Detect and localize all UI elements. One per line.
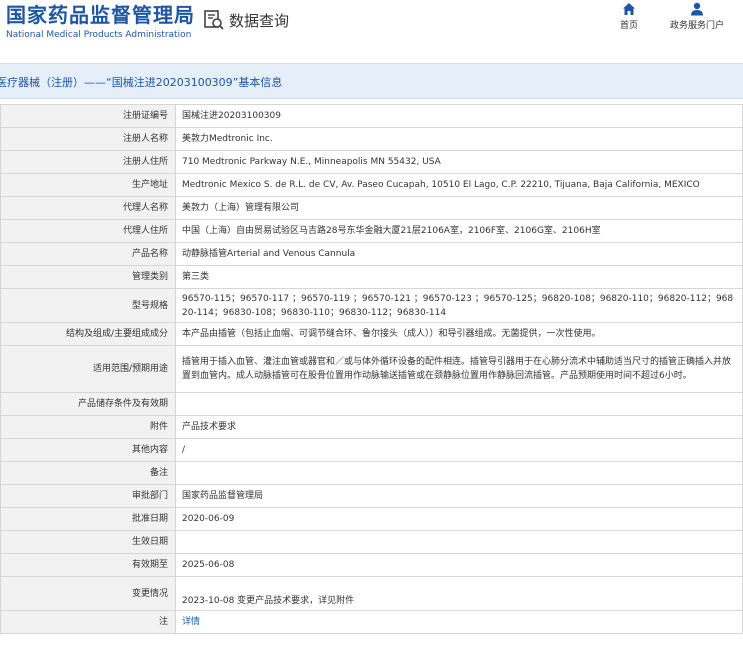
field-value: 国家药品监督管理局: [175, 484, 743, 508]
field-value: 96570-115；96570-117 ；96570-119 ；96570-12…: [175, 288, 743, 323]
table-row: 产品名称 动静脉插管Arterial and Venous Cannula: [0, 242, 743, 266]
field-label: 产品储存条件及有效期: [0, 392, 176, 416]
data-query-link[interactable]: 数据查询: [203, 8, 289, 32]
table-row: 注册人名称 美敦力Medtronic Inc.: [0, 127, 743, 151]
field-label: 代理人名称: [0, 196, 176, 220]
table-row: 备注: [0, 461, 743, 485]
field-label: 适用范围/预期用途: [0, 345, 176, 393]
nav-service-portal-button[interactable]: 政务服务门户: [666, 2, 728, 31]
page-title-bar: 医疗器械（注册）——“国械注进20203100309”基本信息: [0, 63, 743, 99]
field-label: 注: [0, 610, 176, 634]
table-row: 适用范围/预期用途 插管用于插入血管、灌注血管或器官和／或与体外循环设备的配件相连…: [0, 345, 743, 393]
table-row: 批准日期 2020-06-09: [0, 507, 743, 531]
field-value: [175, 530, 743, 554]
field-value: 产品技术要求: [175, 415, 743, 439]
field-label: 代理人住所: [0, 219, 176, 243]
table-row: 型号规格 96570-115；96570-117 ；96570-119 ；9657…: [0, 288, 743, 323]
field-label: 注册证编号: [0, 104, 176, 128]
table-row: 变更情况 2023-10-08 变更产品技术要求，详见附件: [0, 576, 743, 611]
document-search-icon: [204, 10, 224, 30]
field-label: 结构及组成/主要组成成分: [0, 322, 176, 346]
field-value: 2020-06-09: [175, 507, 743, 531]
nav-home-button[interactable]: 首页: [617, 2, 641, 31]
site-logo[interactable]: 国家药品监督管理局 National Medical Products Admi…: [6, 2, 195, 41]
nav-home-label: 首页: [619, 21, 638, 31]
field-value: 美敦力（上海）管理有限公司: [175, 196, 743, 220]
nav-service-label: 政务服务门户: [669, 21, 724, 31]
field-value: 第三类: [175, 265, 743, 289]
data-query-label: 数据查询: [229, 11, 290, 30]
field-value: 插管用于插入血管、灌注血管或器官和／或与体外循环设备的配件相连。插管导引器用于在…: [175, 345, 743, 393]
field-label: 产品名称: [0, 242, 176, 266]
field-value: 2025-06-08: [175, 553, 743, 577]
device-info-table: 注册证编号 国械注进20203100309 注册人名称 美敦力Medtronic In…: [0, 104, 743, 634]
table-row: 有效期至 2025-06-08: [0, 553, 743, 577]
table-row: 代理人名称 美敦力（上海）管理有限公司: [0, 196, 743, 220]
table-row: 产品储存条件及有效期: [0, 392, 743, 416]
field-label: 有效期至: [0, 553, 176, 577]
field-value: /: [175, 438, 743, 462]
field-label: 其他内容: [0, 438, 176, 462]
home-icon: [623, 3, 635, 15]
field-label: 生产地址: [0, 173, 176, 197]
user-icon: [691, 2, 703, 16]
field-label: 审批部门: [0, 484, 176, 508]
field-label: 附件: [0, 415, 176, 439]
field-value: 国械注进20203100309: [175, 104, 743, 128]
table-row: 代理人住所 中国（上海）自由贸易试验区马吉路28号东华金融大厦21层2106A室，…: [0, 219, 743, 243]
field-label: 型号规格: [0, 288, 176, 323]
field-label: 注册人名称: [0, 127, 176, 151]
table-row: 注册证编号 国械注进20203100309: [0, 104, 743, 128]
field-value: 详情: [175, 610, 743, 634]
logo-english-name: National Medical Products Administration: [6, 30, 192, 40]
field-value: 中国（上海）自由贸易试验区马吉路28号东华金融大厦21层2106A室，2106F…: [175, 219, 743, 243]
site-header: 国家药品监督管理局 National Medical Products Admi…: [0, 0, 743, 54]
field-label: 管理类别: [0, 265, 176, 289]
field-value: 本产品由插管（包括止血帽、可调节缝合环、鲁尔接头（成人））和导引器组成。无菌提供…: [175, 322, 743, 346]
field-value: 710 Medtronic Parkway N.E., Minneapolis …: [175, 150, 743, 174]
table-row: 生效日期: [0, 530, 743, 554]
field-label: 备注: [0, 461, 176, 485]
page-title: 医疗器械（注册）——“国械注进20203100309”基本信息: [0, 76, 283, 89]
field-value: 2023-10-08 变更产品技术要求，详见附件: [175, 576, 743, 611]
table-row: 附件 产品技术要求: [0, 415, 743, 439]
logo-chinese-name: 国家药品监督管理局: [6, 3, 195, 27]
table-row: 管理类别 第三类: [0, 265, 743, 289]
field-value: Medtronic Mexico S. de R.L. de CV, Av. P…: [175, 173, 743, 197]
table-row: 注册人住所 710 Medtronic Parkway N.E., Minneap…: [0, 150, 743, 174]
field-value: [175, 461, 743, 485]
details-link[interactable]: 详情: [182, 617, 200, 627]
field-label: 批准日期: [0, 507, 176, 531]
field-label: 注册人住所: [0, 150, 176, 174]
field-value: [175, 392, 743, 416]
table-row: 注详情: [0, 610, 743, 634]
field-label: 变更情况: [0, 576, 176, 611]
field-label: 生效日期: [0, 530, 176, 554]
table-row: 审批部门 国家药品监督管理局: [0, 484, 743, 508]
table-row: 结构及组成/主要组成成分 本产品由插管（包括止血帽、可调节缝合环、鲁尔接头（成人）…: [0, 322, 743, 346]
field-value: 动静脉插管Arterial and Venous Cannula: [175, 242, 743, 266]
table-row: 生产地址 Medtronic Mexico S. de R.L. de CV, A…: [0, 173, 743, 197]
table-row: 其他内容 /: [0, 438, 743, 462]
field-value: 美敦力Medtronic Inc.: [175, 127, 743, 151]
